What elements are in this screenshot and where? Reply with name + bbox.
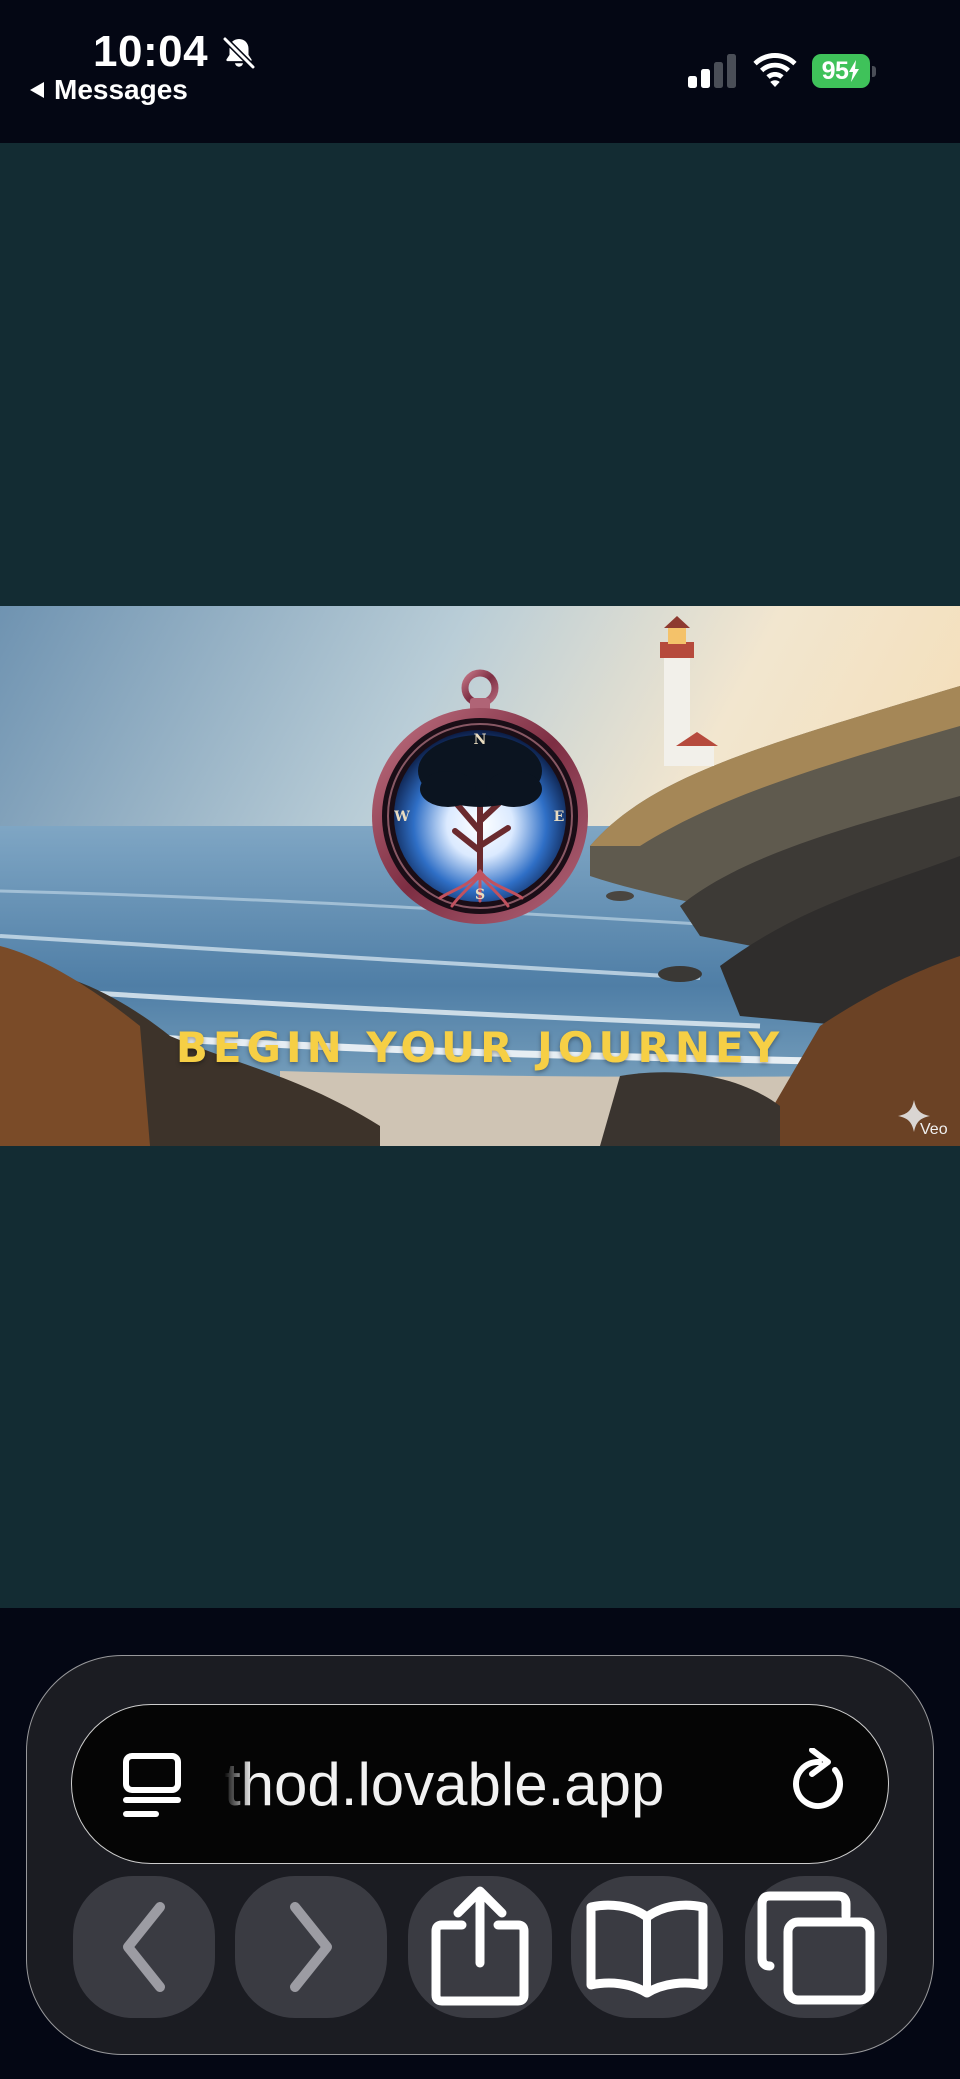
compass-letter-w: W	[393, 809, 410, 825]
compass-letter-s: S	[475, 887, 485, 903]
veo-label: Veo	[920, 1121, 948, 1136]
bookmarks-button[interactable]	[571, 1876, 723, 2018]
cellular-signal-icon	[688, 54, 736, 88]
battery-percent: 95	[821, 56, 849, 85]
share-button[interactable]	[408, 1876, 552, 2018]
battery-level: 95	[812, 54, 870, 88]
charging-bolt-icon	[849, 60, 860, 82]
begin-journey-button[interactable]: BEGIN YOUR JOURNEY	[0, 1023, 960, 1072]
chevron-right-icon	[290, 1902, 332, 1992]
back-button[interactable]	[73, 1876, 215, 2018]
battery-charging-icon: 95	[812, 54, 876, 88]
compass-letter-n: N	[474, 732, 487, 748]
veo-watermark: Veo	[896, 1100, 950, 1138]
bell-slash-icon	[222, 36, 256, 70]
back-triangle-icon	[30, 82, 44, 98]
compass-letter-e: E	[554, 809, 565, 825]
forward-button[interactable]	[235, 1876, 387, 2018]
web-page: N E S W BEGIN YOUR JOURNEY	[0, 143, 960, 1608]
page-menu-icon[interactable]	[120, 1752, 184, 1820]
sparkle-icon: Veo	[898, 1100, 948, 1138]
back-app-label: Messages	[54, 74, 188, 105]
wifi-icon	[753, 53, 797, 87]
status-bar: 10:04 Messages 95	[0, 0, 960, 143]
tabs-icon	[757, 1891, 875, 2005]
book-icon	[586, 1900, 708, 1998]
reload-icon[interactable]	[788, 1748, 850, 1814]
back-to-app-button[interactable]: Messages	[30, 74, 188, 106]
status-time: 10:04	[93, 27, 209, 76]
url-text[interactable]: thod.lovable.app	[224, 1750, 764, 1820]
share-icon	[431, 1886, 529, 2006]
tabs-button[interactable]	[745, 1876, 887, 2018]
chevron-left-icon	[123, 1902, 165, 1992]
battery-nub	[872, 66, 876, 77]
